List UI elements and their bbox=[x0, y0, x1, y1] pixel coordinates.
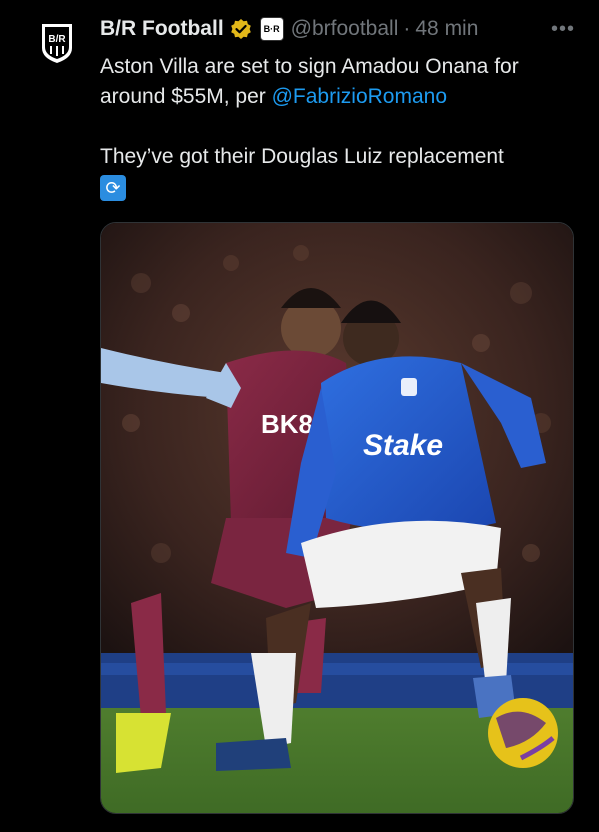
tweet-emoji-row: ⟳ bbox=[100, 172, 580, 202]
tweet-header: B/R Football B·R @brfootball · 48 min ••… bbox=[100, 14, 575, 44]
everton-shirt-sponsor: Stake bbox=[363, 429, 443, 462]
more-options-icon[interactable]: ••• bbox=[551, 18, 575, 41]
svg-text:B/R: B/R bbox=[48, 34, 66, 45]
villa-shirt-sponsor: BK8 bbox=[261, 409, 313, 439]
author-handle[interactable]: @brfootball bbox=[291, 17, 399, 41]
br-shield-icon: B/R bbox=[42, 24, 72, 63]
tweet-body: Aston Villa are set to sign Amadou Onana… bbox=[100, 52, 580, 202]
verified-badge-icon[interactable] bbox=[230, 18, 252, 40]
tweet-media-photo[interactable]: BK8 Stake bbox=[100, 222, 574, 814]
affiliate-badge-icon[interactable]: B·R bbox=[259, 17, 284, 41]
mention-link[interactable]: @FabrizioRomano bbox=[272, 85, 447, 108]
author-avatar[interactable]: B/R bbox=[40, 22, 74, 64]
tweet-text-paragraph-1: Aston Villa are set to sign Amadou Onana… bbox=[100, 52, 580, 112]
match-photo: BK8 Stake bbox=[101, 223, 573, 813]
author-name[interactable]: B/R Football bbox=[100, 17, 224, 41]
tweet-text-line-2: They’ve got their Douglas Luiz replaceme… bbox=[100, 145, 504, 168]
separator-dot: · bbox=[403, 17, 411, 40]
repeat-arrows-icon: ⟳ bbox=[100, 175, 126, 202]
timestamp[interactable]: 48 min bbox=[415, 17, 478, 41]
